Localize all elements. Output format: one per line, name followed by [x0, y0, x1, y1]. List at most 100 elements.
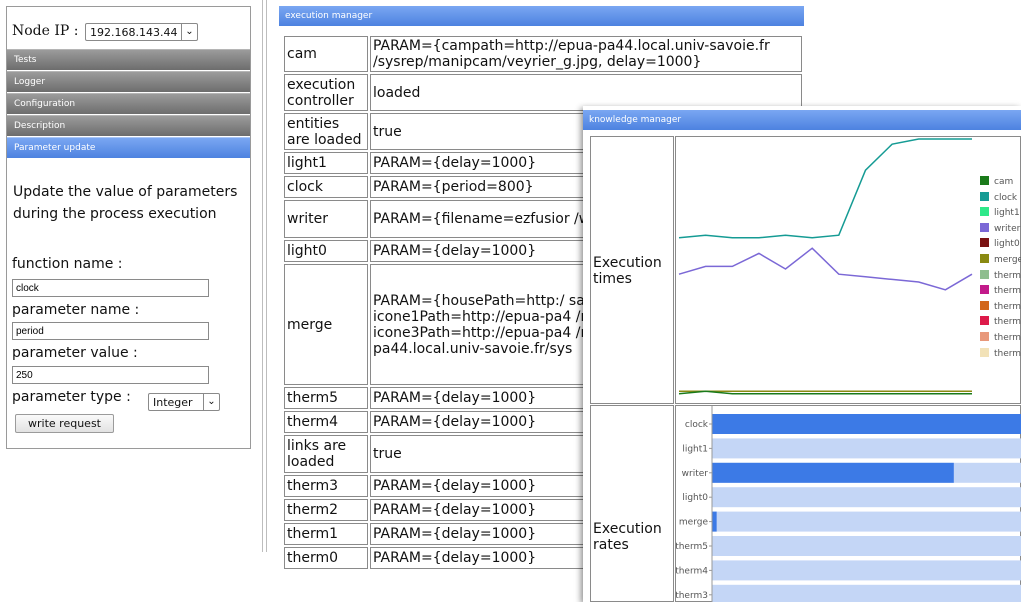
function-name-label: function name : — [12, 256, 123, 272]
row-key: cam — [284, 36, 368, 72]
legend-swatch — [980, 176, 989, 185]
rate-label-merge: merge — [679, 518, 709, 528]
chevron-down-icon: ⌄ — [203, 394, 219, 410]
legend-label: clock — [994, 192, 1018, 203]
row-key: therm5 — [284, 387, 368, 409]
execution-manager-title: execution manager — [279, 6, 804, 26]
row-key: clock — [284, 176, 368, 198]
parameter-name-input[interactable] — [12, 322, 209, 340]
legend-item: light1 — [980, 207, 1020, 218]
series-line-writer — [678, 247, 973, 291]
rate-label-light1: light1 — [682, 444, 708, 454]
legend-swatch — [980, 300, 989, 310]
row-key: execution controller — [284, 74, 368, 111]
legend-label: therm2 — [994, 317, 1021, 328]
menu-item-parameter-update[interactable]: Parameter update — [7, 137, 250, 158]
legend-label: therm4 — [994, 286, 1021, 297]
rate-bar-writer — [712, 462, 954, 483]
legend-item: writer — [980, 222, 1021, 234]
row-key: light1 — [284, 152, 368, 174]
legend-item: therm4 — [980, 285, 1021, 296]
rate-bar-background — [712, 487, 1021, 508]
function-name-input[interactable] — [12, 279, 209, 297]
parameter-type-value: Integer — [153, 396, 193, 409]
legend-item: merge — [980, 254, 1021, 265]
row-key: therm2 — [284, 499, 368, 521]
legend-item: cam — [980, 176, 1013, 187]
parameter-value-input[interactable] — [12, 366, 209, 384]
legend-swatch — [980, 332, 989, 341]
legend-swatch — [980, 191, 989, 201]
rate-label-therm5: therm5 — [676, 542, 708, 552]
execution-rates-label: Execution rates — [593, 521, 662, 553]
node-ip-value: 192.168.143.44 — [90, 26, 178, 39]
parameter-type-label: parameter type : — [12, 389, 131, 405]
legend-label: therm0 — [994, 348, 1021, 359]
execution-times-label: Execution times — [593, 255, 662, 287]
parameter-update-panel: Node IP : 192.168.143.44 ⌄ Tests Logger … — [6, 6, 251, 449]
execution-times-panel: Execution times — [590, 136, 674, 404]
rate-bar-merge — [712, 511, 717, 532]
write-request-button[interactable]: write request — [15, 414, 114, 433]
divider — [266, 0, 267, 552]
menu-item-tests[interactable]: Tests — [7, 49, 250, 70]
execution-rates-panel: Execution rates — [590, 405, 674, 602]
legend-swatch — [980, 347, 989, 357]
legend-item: therm1 — [980, 332, 1021, 343]
legend-swatch — [980, 269, 989, 279]
parameter-name-label: parameter name : — [12, 302, 140, 318]
legend-item: therm0 — [980, 347, 1021, 359]
row-key: therm1 — [284, 523, 368, 545]
row-key: therm3 — [284, 475, 368, 497]
execution-rates-chart: clock light1 writer light0 merge therm5 therm4… — [675, 405, 1021, 602]
table-row: cam PARAM={campath=http://epua-pa44.local… — [284, 36, 802, 72]
rate-label-therm4: therm4 — [676, 566, 708, 576]
legend-swatch — [980, 285, 989, 295]
rate-bar-background — [712, 584, 1021, 602]
legend-label: therm1 — [994, 333, 1021, 343]
rate-label-light0: light0 — [682, 493, 708, 503]
row-key: therm4 — [284, 411, 368, 433]
divider — [262, 0, 263, 552]
legend-item: therm3 — [980, 300, 1021, 312]
legend-label: light0 — [994, 239, 1020, 250]
legend-label: therm5 — [994, 270, 1021, 281]
legend-label: light1 — [994, 208, 1020, 219]
row-key: light0 — [284, 240, 368, 262]
series-line-clock — [678, 138, 972, 239]
rate-bar-background — [712, 536, 1021, 556]
parameter-value-label: parameter value : — [12, 345, 138, 361]
parameter-update-description: Update the value of parameters during th… — [13, 184, 238, 222]
rate-bar-clock — [712, 414, 1021, 434]
legend-label: writer — [994, 223, 1021, 234]
node-ip-select[interactable]: 192.168.143.44 ⌄ — [85, 23, 198, 41]
legend-item: therm2 — [980, 316, 1021, 327]
legend-label: therm3 — [994, 301, 1021, 312]
legend-item: clock — [980, 191, 1018, 203]
parameter-type-select[interactable]: Integer ⌄ — [148, 393, 220, 411]
rate-label-therm3: therm3 — [676, 591, 708, 601]
legend-item: light0 — [980, 238, 1020, 249]
menu-item-description[interactable]: Description — [7, 115, 250, 136]
legend-swatch — [980, 207, 989, 217]
menu-item-logger[interactable]: Logger — [7, 71, 250, 92]
execution-times-svg — [678, 138, 973, 395]
knowledge-manager-window: knowledge manager Execution times cam clo… — [583, 106, 1021, 602]
execution-times-chart — [675, 136, 1021, 404]
menu-item-configuration[interactable]: Configuration — [7, 93, 250, 114]
legend-swatch — [980, 316, 989, 326]
row-key: merge — [284, 264, 368, 385]
legend-label: merge — [994, 255, 1021, 265]
chevron-down-icon: ⌄ — [181, 24, 197, 40]
row-value: PARAM={campath=http://epua-pa44.local.un… — [370, 36, 802, 72]
node-ip-label: Node IP : — [12, 23, 79, 39]
legend-swatch — [980, 222, 989, 232]
execution-rates-svg: clock light1 writer light0 merge therm5 therm4… — [676, 406, 1021, 602]
legend-swatch — [980, 254, 989, 263]
knowledge-manager-title: knowledge manager — [583, 110, 1021, 130]
rate-bar-background — [712, 438, 1021, 459]
rate-bar-background — [712, 511, 1021, 532]
row-key: entities are loaded — [284, 113, 368, 150]
legend-label: cam — [994, 177, 1014, 187]
rate-bar-background — [712, 560, 1021, 581]
